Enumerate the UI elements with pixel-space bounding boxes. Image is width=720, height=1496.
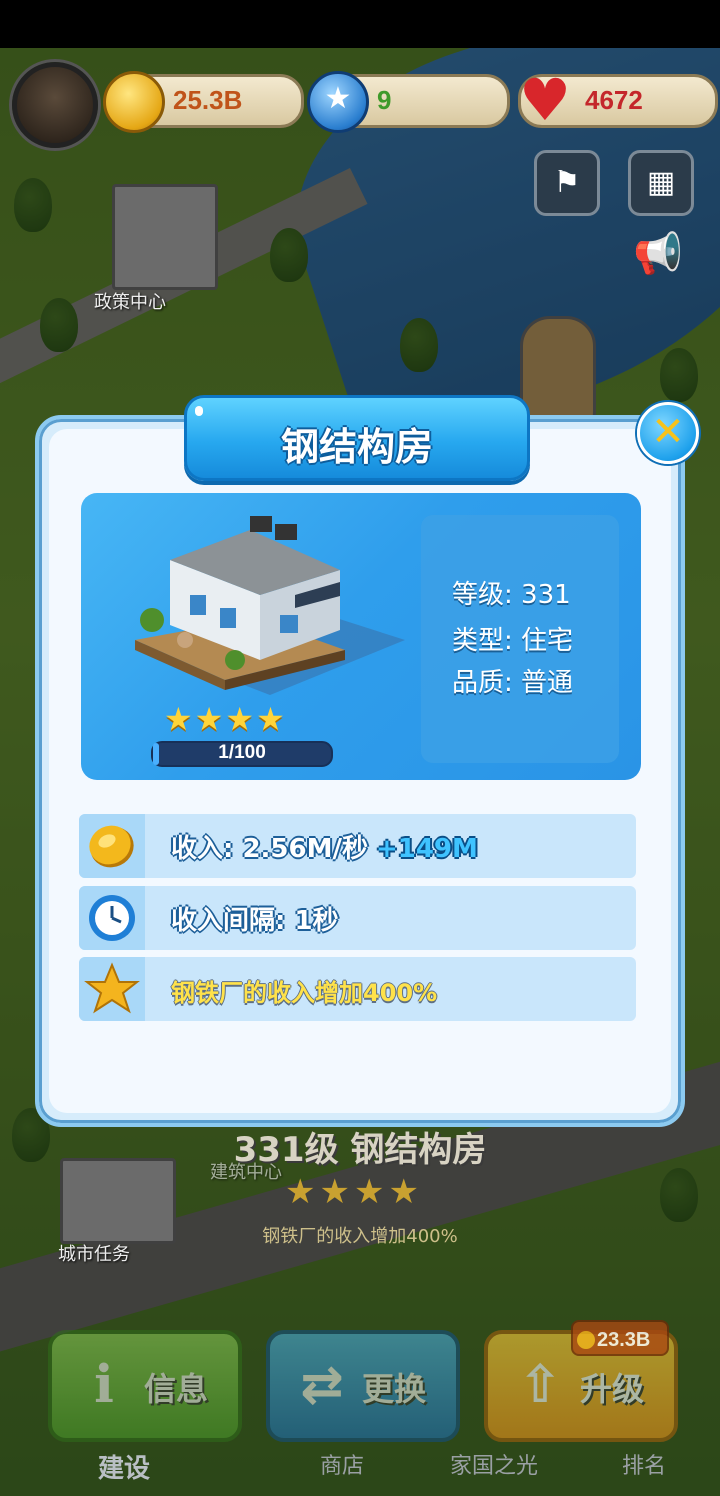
clock-icon (89, 895, 135, 941)
player-avatar[interactable] (12, 62, 98, 148)
building-level-title: 331级 钢结构房 (233, 1130, 487, 1170)
coin-counter[interactable]: 25.3B (103, 71, 304, 133)
income-text: 收入: 2.56M/秒 +149M (171, 828, 478, 865)
row-icon-box (79, 886, 145, 950)
dialog-title: 钢结构房 (280, 425, 433, 469)
type-stat: 类型: 住宅 (452, 626, 574, 656)
gem-value: 9 (377, 85, 392, 115)
heart-icon: ♥ (519, 66, 571, 134)
dialog-title-tab: 钢结构房 (184, 395, 530, 481)
policy-center-label[interactable]: 政策中心 (94, 288, 166, 314)
event-button[interactable]: ⚑ (534, 150, 600, 216)
swap-button[interactable]: ⇄ 更换 (266, 1330, 460, 1442)
nav-shop[interactable]: 商店 (320, 1448, 364, 1480)
income-row: 收入: 2.56M/秒 +149M (79, 814, 636, 878)
info-button[interactable]: ℹ 信息 (48, 1330, 242, 1442)
upgrade-label: 升级 (580, 1370, 645, 1408)
building-stars: ★★★★ (285, 1172, 423, 1212)
upgrade-cost: 23.3B (597, 1329, 651, 1351)
up-arrow-icon: ⇧ (518, 1355, 562, 1415)
star-icon (84, 962, 140, 1014)
info-icon: ℹ (94, 1355, 114, 1415)
gem-counter[interactable]: ★ 9 (307, 71, 510, 133)
interval-row: 收入间隔: 1秒 (79, 886, 636, 950)
interval-text: 收入间隔: 1秒 (171, 906, 339, 936)
shine-decoration (195, 406, 203, 416)
announcement-button[interactable]: 📢 (628, 224, 688, 284)
quality-stat: 品质: 普通 (452, 668, 574, 698)
nav-build[interactable]: 建设 (98, 1448, 150, 1485)
building-bonus-text: 钢铁厂的收入增加400% (262, 1226, 458, 1247)
close-icon: ✕ (651, 409, 685, 455)
map-button[interactable]: ▦ (628, 150, 694, 216)
swap-label: 更换 (362, 1370, 427, 1408)
upgrade-cost-badge: 23.3B (571, 1320, 669, 1356)
level-stat: 等级: 331 (452, 580, 571, 610)
star-rating: ★★★★ (164, 700, 287, 738)
close-button[interactable]: ✕ (637, 402, 699, 464)
swap-arrows-icon: ⇄ (300, 1355, 344, 1415)
income-value: 收入: 2.56M/秒 (171, 834, 368, 864)
nav-home-light[interactable]: 家国之光 (450, 1448, 538, 1480)
heart-value: 4672 (585, 85, 643, 115)
coin-icon (103, 71, 165, 133)
row-icon-box (79, 814, 145, 878)
level-progress-bar: 1/100 (151, 741, 333, 767)
info-label: 信息 (144, 1370, 209, 1408)
row-icon-box (79, 957, 145, 1021)
building-illustration (135, 516, 405, 695)
coin-icon (577, 1331, 595, 1349)
heart-counter[interactable]: ♥ 4672 (518, 66, 718, 134)
nav-rank[interactable]: 排名 (622, 1448, 666, 1480)
bottom-nav: 建设 商店 家国之光 排名 (0, 1436, 720, 1496)
coin-value: 25.3B (173, 85, 243, 115)
status-bar (0, 0, 720, 48)
star-gem-icon: ★ (307, 71, 369, 133)
coin-icon (89, 825, 134, 868)
progress-text: 1/100 (218, 742, 266, 763)
bonus-row: 钢铁厂的收入增加400% (79, 957, 636, 1021)
income-bonus: +149M (375, 834, 478, 864)
bonus-text: 钢铁厂的收入增加400% (171, 979, 438, 1007)
